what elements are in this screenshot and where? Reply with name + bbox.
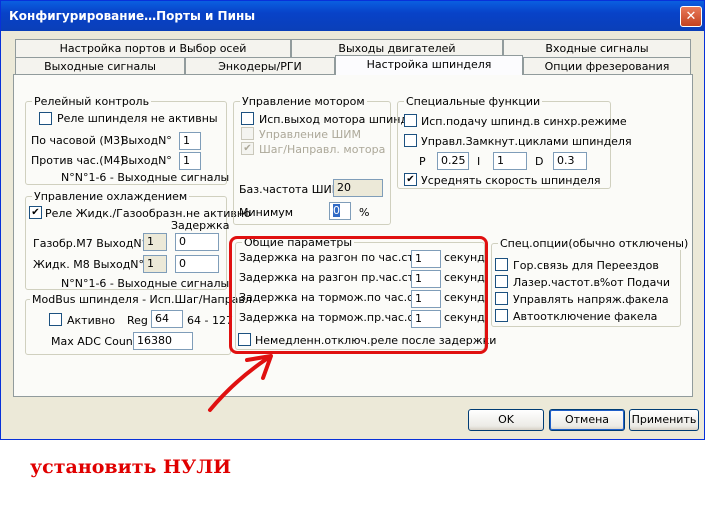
option-torch-voltage-label: Управлять напряж.факела xyxy=(513,293,669,306)
coolant-note: N°N°1-6 - Выходные сигналы xyxy=(61,277,230,290)
liquid-output-input[interactable]: 1 xyxy=(143,255,167,273)
max-adc-label: Max ADC Count xyxy=(51,335,138,348)
motor-output-checkbox[interactable] xyxy=(241,112,254,125)
annotation-highlight-box xyxy=(229,236,488,354)
modbus-legend: ModBus шпинделя - Исп.Шаг/Направл xyxy=(30,293,254,306)
ok-button[interactable]: OK xyxy=(468,409,544,431)
ccw-output-input[interactable]: 1 xyxy=(179,152,201,170)
tab-spindle-setup[interactable]: Настройка шпинделя xyxy=(335,55,523,75)
liquid-label: Жидк. M8 ВыходN° xyxy=(33,258,145,271)
d-label: D xyxy=(535,155,544,168)
max-adc-input[interactable]: 16380 xyxy=(133,332,193,350)
reg-input[interactable]: 64 xyxy=(151,310,183,328)
p-input[interactable]: 0.25 xyxy=(437,152,469,170)
window-title: Конфигурирование…Порты и Пины xyxy=(9,9,256,23)
relay-legend: Релейный контроль xyxy=(32,95,152,108)
average-checkbox[interactable]: ✔ xyxy=(404,173,417,186)
min-input[interactable]: 0 xyxy=(329,202,351,220)
close-button[interactable]: ✕ xyxy=(680,6,702,27)
coolant-disable-checkbox[interactable]: ✔ xyxy=(29,206,42,219)
modbus-active-label: Активно xyxy=(67,314,116,327)
config-window: Конфигурирование…Порты и Пины ✕ Настройк… xyxy=(0,0,705,440)
relay-disable-checkbox[interactable] xyxy=(39,112,52,125)
annotation-arrow-icon xyxy=(208,354,273,412)
option-laser-label: Лазер.частот.в%от Подачи xyxy=(513,276,671,289)
option-torch-voltage-checkbox[interactable] xyxy=(495,292,508,305)
apply-button[interactable]: Применить xyxy=(629,409,699,431)
title-bar[interactable]: Конфигурирование…Порты и Пины ✕ xyxy=(1,1,704,31)
cw-label: По часовой (M3) xyxy=(31,134,125,147)
gas-label: Газобр.M7 ВыходN° xyxy=(33,237,148,250)
pwm-checkbox[interactable] xyxy=(241,127,254,140)
min-label: Минимум xyxy=(239,206,294,219)
p-label: P xyxy=(419,155,426,168)
reg-label: Reg xyxy=(127,314,148,327)
coolant-legend: Управление охлаждением xyxy=(32,190,190,203)
option-laser-checkbox[interactable] xyxy=(495,275,508,288)
tab-milling-options[interactable]: Опции фрезерования xyxy=(523,57,691,75)
closed-loop-label: Управл.Замкнут.циклами шпинделя xyxy=(421,135,632,148)
step-dir-checkbox[interactable]: ✔ xyxy=(241,142,254,155)
option-torch-off-label: Автоотключение факела xyxy=(513,310,658,323)
pwm-label: Управление ШИМ xyxy=(259,128,361,141)
tab-output-signals[interactable]: Выходные сигналы xyxy=(15,57,185,75)
tab-encoders[interactable]: Энкодеры/РГИ xyxy=(185,57,335,75)
tab-ports-axes[interactable]: Настройка портов и Выбор осей xyxy=(15,39,291,57)
option-gor-label: Гор.связь для Переездов xyxy=(513,259,659,272)
relay-disable-label: Реле шпинделя не активны xyxy=(57,112,218,125)
cancel-button[interactable]: Отмена xyxy=(549,409,625,431)
average-label: Усреднять скорость шпинделя xyxy=(421,174,601,187)
options-legend: Спец.опции(обычно отключены) xyxy=(498,237,691,250)
pwm-freq-input[interactable]: 20 xyxy=(333,179,383,197)
d-input[interactable]: 0.3 xyxy=(553,152,587,170)
gas-output-input[interactable]: 1 xyxy=(143,233,167,251)
i-label: I xyxy=(477,155,481,168)
tab-input-signals[interactable]: Входные сигналы xyxy=(503,39,691,57)
sync-feed-label: Исп.подачу шпинд.в синхр.режиме xyxy=(421,115,627,128)
percent-label: % xyxy=(359,206,370,219)
pwm-freq-label: Баз.частота ШИМ xyxy=(239,183,342,196)
ccw-label: Против час.(M4) xyxy=(31,154,125,167)
motor-legend: Управление мотором xyxy=(240,95,367,108)
sync-feed-checkbox[interactable] xyxy=(404,114,417,127)
delay-header: Задержка xyxy=(171,219,230,232)
cw-output-input[interactable]: 1 xyxy=(179,132,201,150)
modbus-active-checkbox[interactable] xyxy=(49,313,62,326)
closed-loop-checkbox[interactable] xyxy=(404,134,417,147)
option-gor-checkbox[interactable] xyxy=(495,258,508,271)
annotation-caption: установить НУЛИ xyxy=(30,456,232,478)
i-input[interactable]: 1 xyxy=(493,152,527,170)
liquid-delay-input[interactable]: 0 xyxy=(175,255,219,273)
reg-range: 64 - 127 xyxy=(187,314,233,327)
special-legend: Специальные функции xyxy=(404,95,543,108)
step-dir-label: Шаг/Направл. мотора xyxy=(259,143,386,156)
cw-output-label: ВыходN° xyxy=(121,134,172,147)
motor-output-label: Исп.выход мотора шпинд xyxy=(259,113,409,126)
relay-note: N°N°1-6 - Выходные сигналы xyxy=(61,171,230,184)
option-torch-off-checkbox[interactable] xyxy=(495,309,508,322)
gas-delay-input[interactable]: 0 xyxy=(175,233,219,251)
ccw-output-label: ВыходN° xyxy=(121,154,172,167)
